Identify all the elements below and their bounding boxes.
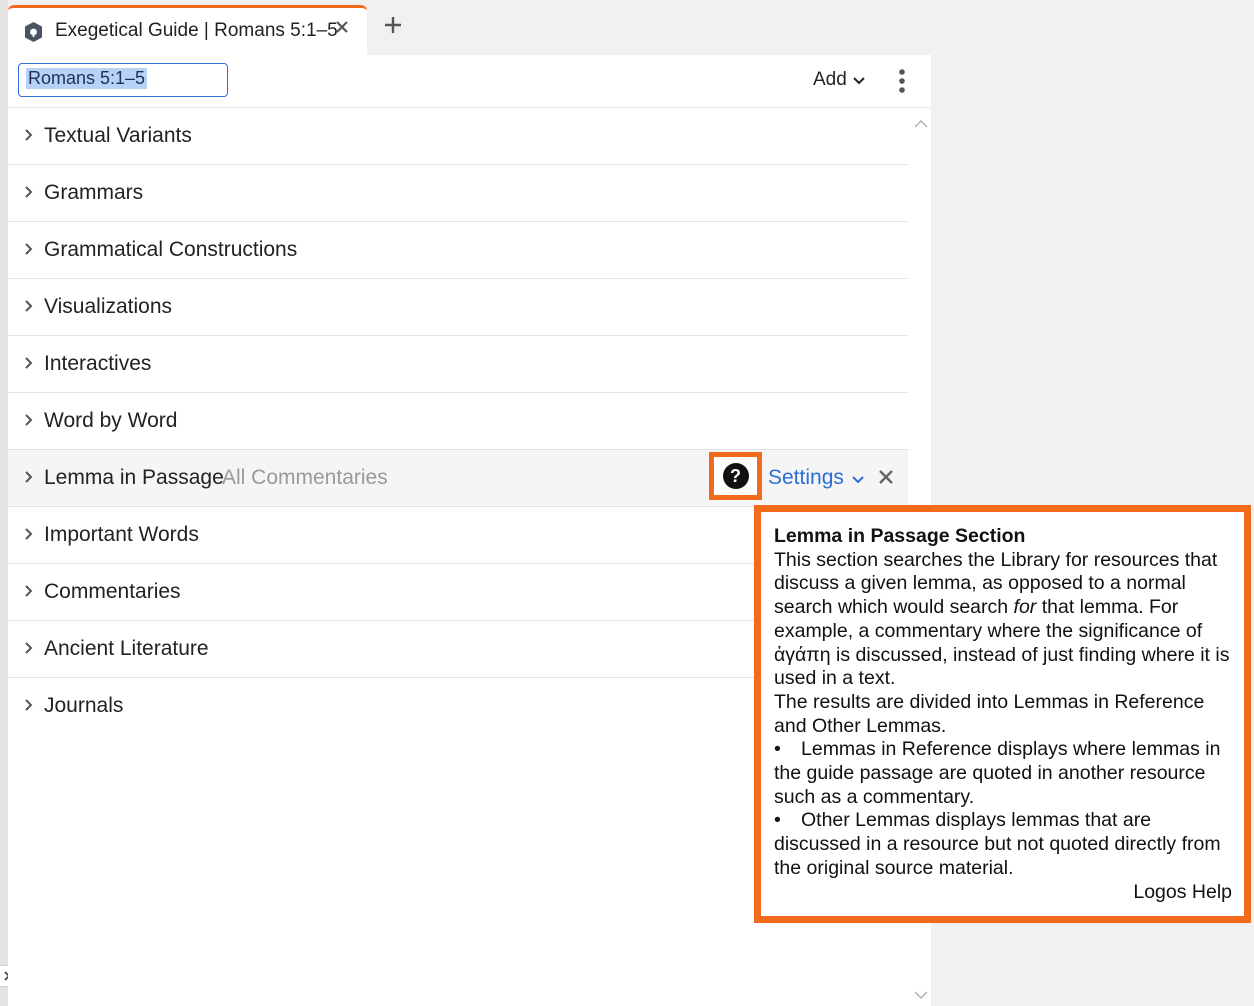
section-label: Visualizations — [44, 295, 173, 318]
section-label: Word by Word — [44, 409, 178, 432]
close-section-icon[interactable] — [878, 469, 894, 490]
chevron-down-icon — [853, 69, 865, 91]
section-label: Lemma in Passage — [44, 466, 224, 489]
section-row-visualizations[interactable]: Visualizations — [8, 279, 908, 336]
chevron-right-icon — [25, 186, 33, 198]
tooltip-body: Lemma in Passage Section This section se… — [774, 525, 1238, 881]
section-row-interactives[interactable]: Interactives — [8, 336, 908, 393]
section-label: Journals — [44, 694, 124, 717]
left-panel-edge — [0, 0, 8, 1006]
scroll-down-icon[interactable] — [914, 987, 928, 1005]
tooltip-paragraph: This section searches the Library for re… — [774, 549, 1238, 691]
section-label: Commentaries — [44, 580, 181, 603]
logos-help-link[interactable]: Logos Help — [1133, 881, 1232, 904]
bullet-text: Other Lemmas displays lemmas that are di… — [774, 809, 1221, 879]
tooltip-bullet: • Lemmas in Reference displays where lemm… — [774, 738, 1238, 809]
settings-label: Settings — [768, 466, 844, 489]
new-tab-icon[interactable] — [382, 14, 404, 36]
section-label: Ancient Literature — [44, 637, 209, 660]
section-row-grammatical-constructions[interactable]: Grammatical Constructions — [8, 222, 908, 279]
settings-dropdown[interactable]: Settings — [768, 466, 864, 490]
tab-title: Exegetical Guide | Romans 5:1–5 — [55, 20, 338, 41]
chevron-right-icon — [25, 585, 33, 597]
guide-toolbar: Romans 5:1–5 Add — [8, 55, 931, 108]
chevron-right-icon — [25, 471, 33, 483]
chevron-down-icon — [852, 466, 864, 490]
section-row-word-by-word[interactable]: Word by Word — [8, 393, 908, 450]
tooltip-paragraph: The results are divided into Lemmas in R… — [774, 690, 1205, 737]
reference-input-value[interactable]: Romans 5:1–5 — [26, 68, 148, 89]
guide-icon — [24, 21, 43, 43]
add-button[interactable]: Add — [813, 69, 865, 91]
chevron-right-icon — [25, 642, 33, 654]
chevron-right-icon — [25, 414, 33, 426]
help-tooltip: Lemma in Passage Section This section se… — [754, 505, 1251, 923]
guide-tab[interactable]: Exegetical Guide | Romans 5:1–5 — [8, 5, 367, 55]
chevron-right-icon — [25, 357, 33, 369]
section-sublabel[interactable]: All Commentaries — [222, 466, 388, 490]
add-button-label: Add — [813, 69, 847, 90]
more-options-icon[interactable] — [898, 68, 906, 94]
section-row-textual-variants[interactable]: Textual Variants — [8, 108, 908, 165]
help-button[interactable]: ? — [709, 452, 762, 500]
section-row-lemma-in-passage[interactable]: Lemma in Passage All Commentaries ? Sett… — [8, 450, 908, 507]
section-label: Grammars — [44, 181, 144, 204]
chevron-right-icon — [25, 528, 33, 540]
section-row-grammars[interactable]: Grammars — [8, 165, 908, 222]
tooltip-emphasis: for — [1013, 596, 1037, 619]
chevron-right-icon — [25, 699, 33, 711]
tooltip-title: Lemma in Passage Section — [774, 525, 1026, 547]
tooltip-bullet: • Other Lemmas displays lemmas that are d… — [774, 809, 1238, 880]
bullet-mark: • — [774, 809, 781, 832]
chevron-right-icon — [25, 243, 33, 255]
section-label: Grammatical Constructions — [44, 238, 298, 261]
help-icon: ? — [722, 463, 749, 489]
bullet-mark: • — [774, 738, 781, 761]
chevron-right-icon — [25, 129, 33, 141]
scroll-up-icon[interactable] — [914, 115, 928, 133]
section-label: Textual Variants — [44, 124, 192, 147]
bullet-text: Lemmas in Reference displays where lemma… — [774, 738, 1221, 808]
section-label: Important Words — [44, 523, 199, 546]
chevron-right-icon — [25, 300, 33, 312]
section-label: Interactives — [44, 352, 152, 375]
close-tab-icon[interactable] — [334, 19, 350, 35]
